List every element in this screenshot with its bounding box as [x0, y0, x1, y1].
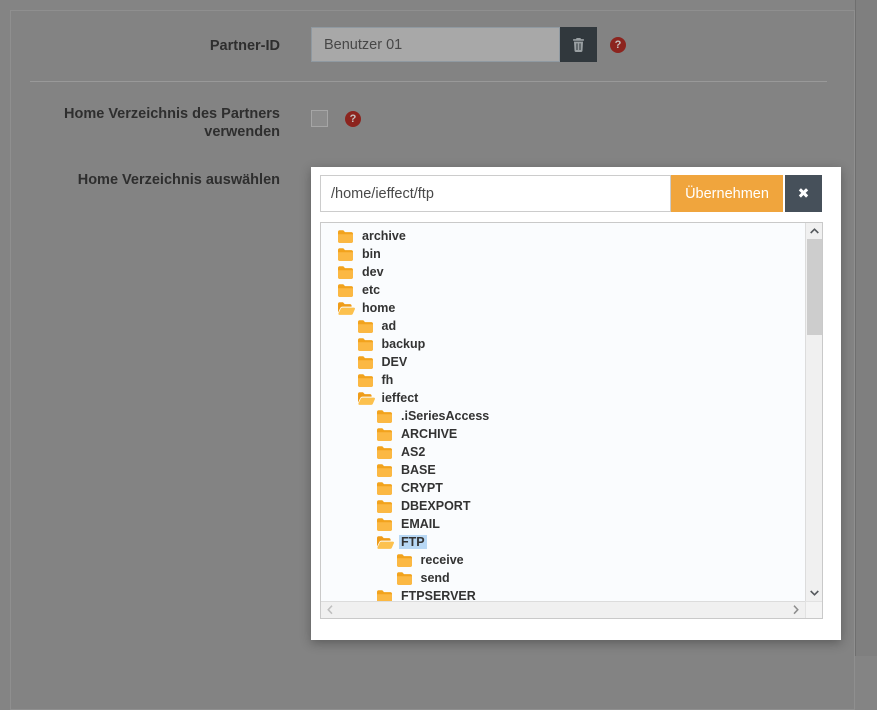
tree-item[interactable]: DBEXPORT [338, 497, 805, 515]
tree-item[interactable]: DEV [338, 353, 805, 371]
folder-icon [397, 572, 415, 585]
tree-item[interactable]: EMAIL [338, 515, 805, 533]
tree-item-label: send [419, 571, 452, 585]
folder-icon [338, 248, 356, 261]
scrollbar-corner [805, 601, 822, 618]
trash-icon [572, 38, 585, 52]
folder-icon [377, 590, 395, 602]
horizontal-scrollbar[interactable] [321, 601, 805, 618]
tree-item-label: fh [380, 373, 396, 387]
page-scrollbar[interactable] [855, 0, 877, 656]
folder-open-icon [358, 392, 376, 405]
folder-icon [338, 230, 356, 243]
tree-item-label: CRYPT [399, 481, 445, 495]
tree-item-label: .iSeriesAccess [399, 409, 491, 423]
use-home-dir-checkbox[interactable] [311, 110, 328, 127]
apply-button[interactable]: Übernehmen [671, 175, 783, 212]
tree-item-label: etc [360, 283, 382, 297]
tree-item[interactable]: CRYPT [338, 479, 805, 497]
folder-icon [338, 284, 356, 297]
vertical-scrollbar[interactable] [805, 223, 822, 601]
tree-item[interactable]: receive [338, 551, 805, 569]
tree-item[interactable]: backup [338, 335, 805, 353]
folder-icon [358, 356, 376, 369]
tree-item-label: dev [360, 265, 386, 279]
tree-item-label: DBEXPORT [399, 499, 472, 513]
directory-path-input[interactable] [320, 175, 671, 212]
tree-item[interactable]: BASE [338, 461, 805, 479]
tree-item-label: ARCHIVE [399, 427, 459, 441]
tree-item-label: EMAIL [399, 517, 442, 531]
tree-item-label: backup [380, 337, 428, 351]
tree-item[interactable]: send [338, 569, 805, 587]
folder-icon [377, 518, 395, 531]
folder-icon [338, 266, 356, 279]
vertical-scrollbar-thumb[interactable] [807, 239, 822, 335]
directory-picker-dialog: Übernehmen ✖ archive [311, 167, 841, 640]
tree-item[interactable]: bin [338, 245, 805, 263]
folder-icon [358, 320, 376, 333]
use-home-dir-help-icon[interactable]: ? [345, 111, 361, 127]
tree-item[interactable]: dev [338, 263, 805, 281]
folder-icon [358, 374, 376, 387]
tree-item-label: ad [380, 319, 399, 333]
tree-item-label: AS2 [399, 445, 427, 459]
partner-id-help-icon[interactable]: ? [610, 37, 626, 53]
tree-item-label: FTP [399, 535, 427, 549]
scroll-right-arrow-icon[interactable] [793, 605, 799, 615]
folder-icon [358, 338, 376, 351]
tree-item[interactable]: home [338, 299, 805, 317]
tree-item[interactable]: .iSeriesAccess [338, 407, 805, 425]
use-home-dir-label: Home Verzeichnis des Partners verwenden [30, 105, 280, 141]
tree-item[interactable]: ad [338, 317, 805, 335]
folder-icon [377, 482, 395, 495]
tree-item-label: archive [360, 229, 408, 243]
select-home-dir-label: Home Verzeichnis auswählen [30, 171, 280, 189]
tree-item[interactable]: ieffect [338, 389, 805, 407]
tree-item-label: BASE [399, 463, 438, 477]
scroll-left-arrow-icon[interactable] [327, 605, 333, 615]
folder-icon [377, 464, 395, 477]
delete-partner-button[interactable] [560, 27, 597, 62]
tree-item[interactable]: FTPSERVER [338, 587, 805, 601]
tree-item-label: receive [419, 553, 466, 567]
tree-item[interactable]: ARCHIVE [338, 425, 805, 443]
close-icon: ✖ [798, 185, 810, 202]
tree-item[interactable]: FTP [338, 533, 805, 551]
tree-item[interactable]: etc [338, 281, 805, 299]
section-divider [30, 81, 827, 82]
folder-open-icon [377, 536, 395, 549]
tree-item[interactable]: archive [338, 227, 805, 245]
folder-icon [377, 500, 395, 513]
folder-icon [397, 554, 415, 567]
folder-icon [377, 446, 395, 459]
directory-tree-panel: archive bin [320, 222, 823, 619]
tree-item-label: bin [360, 247, 383, 261]
scroll-down-arrow-icon[interactable] [806, 585, 822, 601]
tree-item-label: ieffect [380, 391, 421, 405]
tree-item-label: FTPSERVER [399, 589, 478, 601]
partner-id-label: Partner-ID [30, 37, 280, 55]
directory-tree: archive bin [321, 223, 805, 601]
tree-item-label: home [360, 301, 397, 315]
tree-item-label: DEV [380, 355, 410, 369]
partner-id-input[interactable] [311, 27, 560, 62]
tree-item[interactable]: fh [338, 371, 805, 389]
close-button[interactable]: ✖ [785, 175, 822, 212]
folder-icon [377, 410, 395, 423]
folder-icon [377, 428, 395, 441]
folder-open-icon [338, 302, 356, 315]
tree-item[interactable]: AS2 [338, 443, 805, 461]
scroll-up-arrow-icon[interactable] [806, 223, 822, 239]
